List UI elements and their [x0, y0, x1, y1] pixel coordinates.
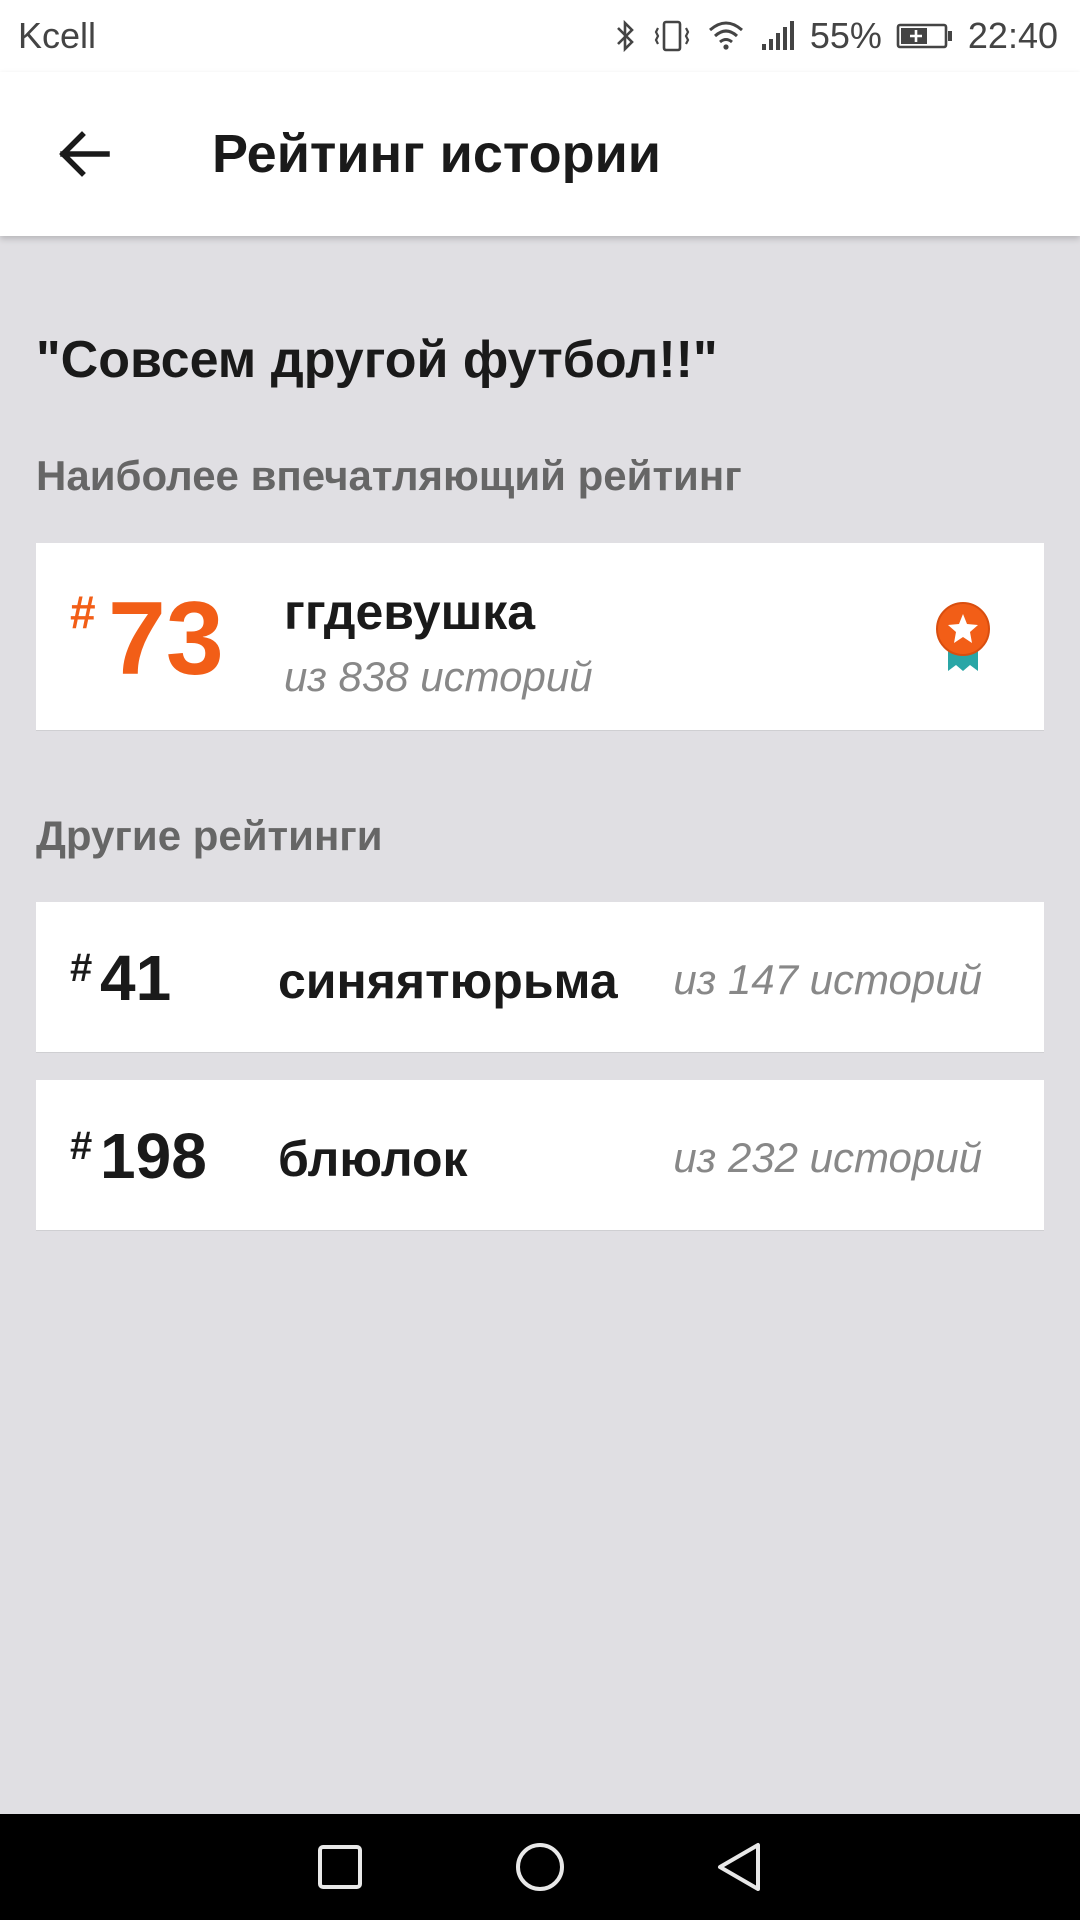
tag-story-count: из 232 историй	[673, 1134, 982, 1181]
nav-home-button[interactable]	[505, 1832, 575, 1902]
back-button[interactable]	[52, 121, 118, 187]
award-ribbon-icon	[936, 602, 990, 671]
tag-name: синяятюрьма	[278, 953, 618, 1009]
rank-number: 41	[100, 942, 172, 1014]
system-nav-bar	[0, 1814, 1080, 1920]
battery-percent: 55%	[809, 15, 882, 56]
rank-hash: #	[70, 946, 93, 990]
story-title: "Совсем другой футбол!!"	[36, 331, 718, 389]
section-label-impressive: Наиболее впечатляющий рейтинг	[36, 452, 742, 499]
back-arrow-icon	[59, 131, 110, 177]
status-icons: 55% 22:40	[614, 15, 1058, 57]
nav-recents-button[interactable]	[305, 1832, 375, 1902]
nav-back-button[interactable]	[705, 1832, 775, 1902]
page-title: Рейтинг истории	[212, 124, 661, 184]
rank-hash: #	[70, 1124, 93, 1168]
rating-card[interactable]: # 41 синяятюрьма из 147 историй	[36, 902, 1044, 1053]
vibrate-icon	[654, 20, 690, 52]
rating-card[interactable]: # 198 блюлок из 232 историй	[36, 1080, 1044, 1231]
battery-icon	[896, 23, 952, 49]
tag-name: ггдевушка	[284, 584, 536, 640]
tag-story-count: из 147 историй	[673, 956, 982, 1003]
clock: 22:40	[967, 15, 1058, 56]
nav-back-icon	[718, 1843, 760, 1891]
rank-number: 73	[108, 581, 224, 697]
main-rating-card[interactable]: # 73 ггдевушка из 838 историй	[36, 543, 1044, 731]
carrier-name: Kcell	[18, 15, 97, 56]
section-label-other: Другие рейтинги	[36, 812, 383, 859]
nav-recents-icon	[318, 1845, 362, 1889]
screen: Kcell 55% 22:40 Рейтинг истории "Совсем …	[0, 0, 1080, 1920]
nav-home-icon	[516, 1843, 564, 1891]
wifi-icon	[708, 21, 743, 50]
tag-story-count: из 838 историй	[284, 653, 593, 700]
bluetooth-icon	[616, 19, 634, 53]
rank-hash: #	[70, 586, 96, 638]
status-bar: Kcell 55% 22:40	[0, 0, 1080, 72]
app-bar: Рейтинг истории	[0, 72, 1080, 236]
tag-name: блюлок	[278, 1131, 468, 1187]
signal-icon	[761, 21, 794, 50]
rank-number: 198	[100, 1120, 207, 1192]
